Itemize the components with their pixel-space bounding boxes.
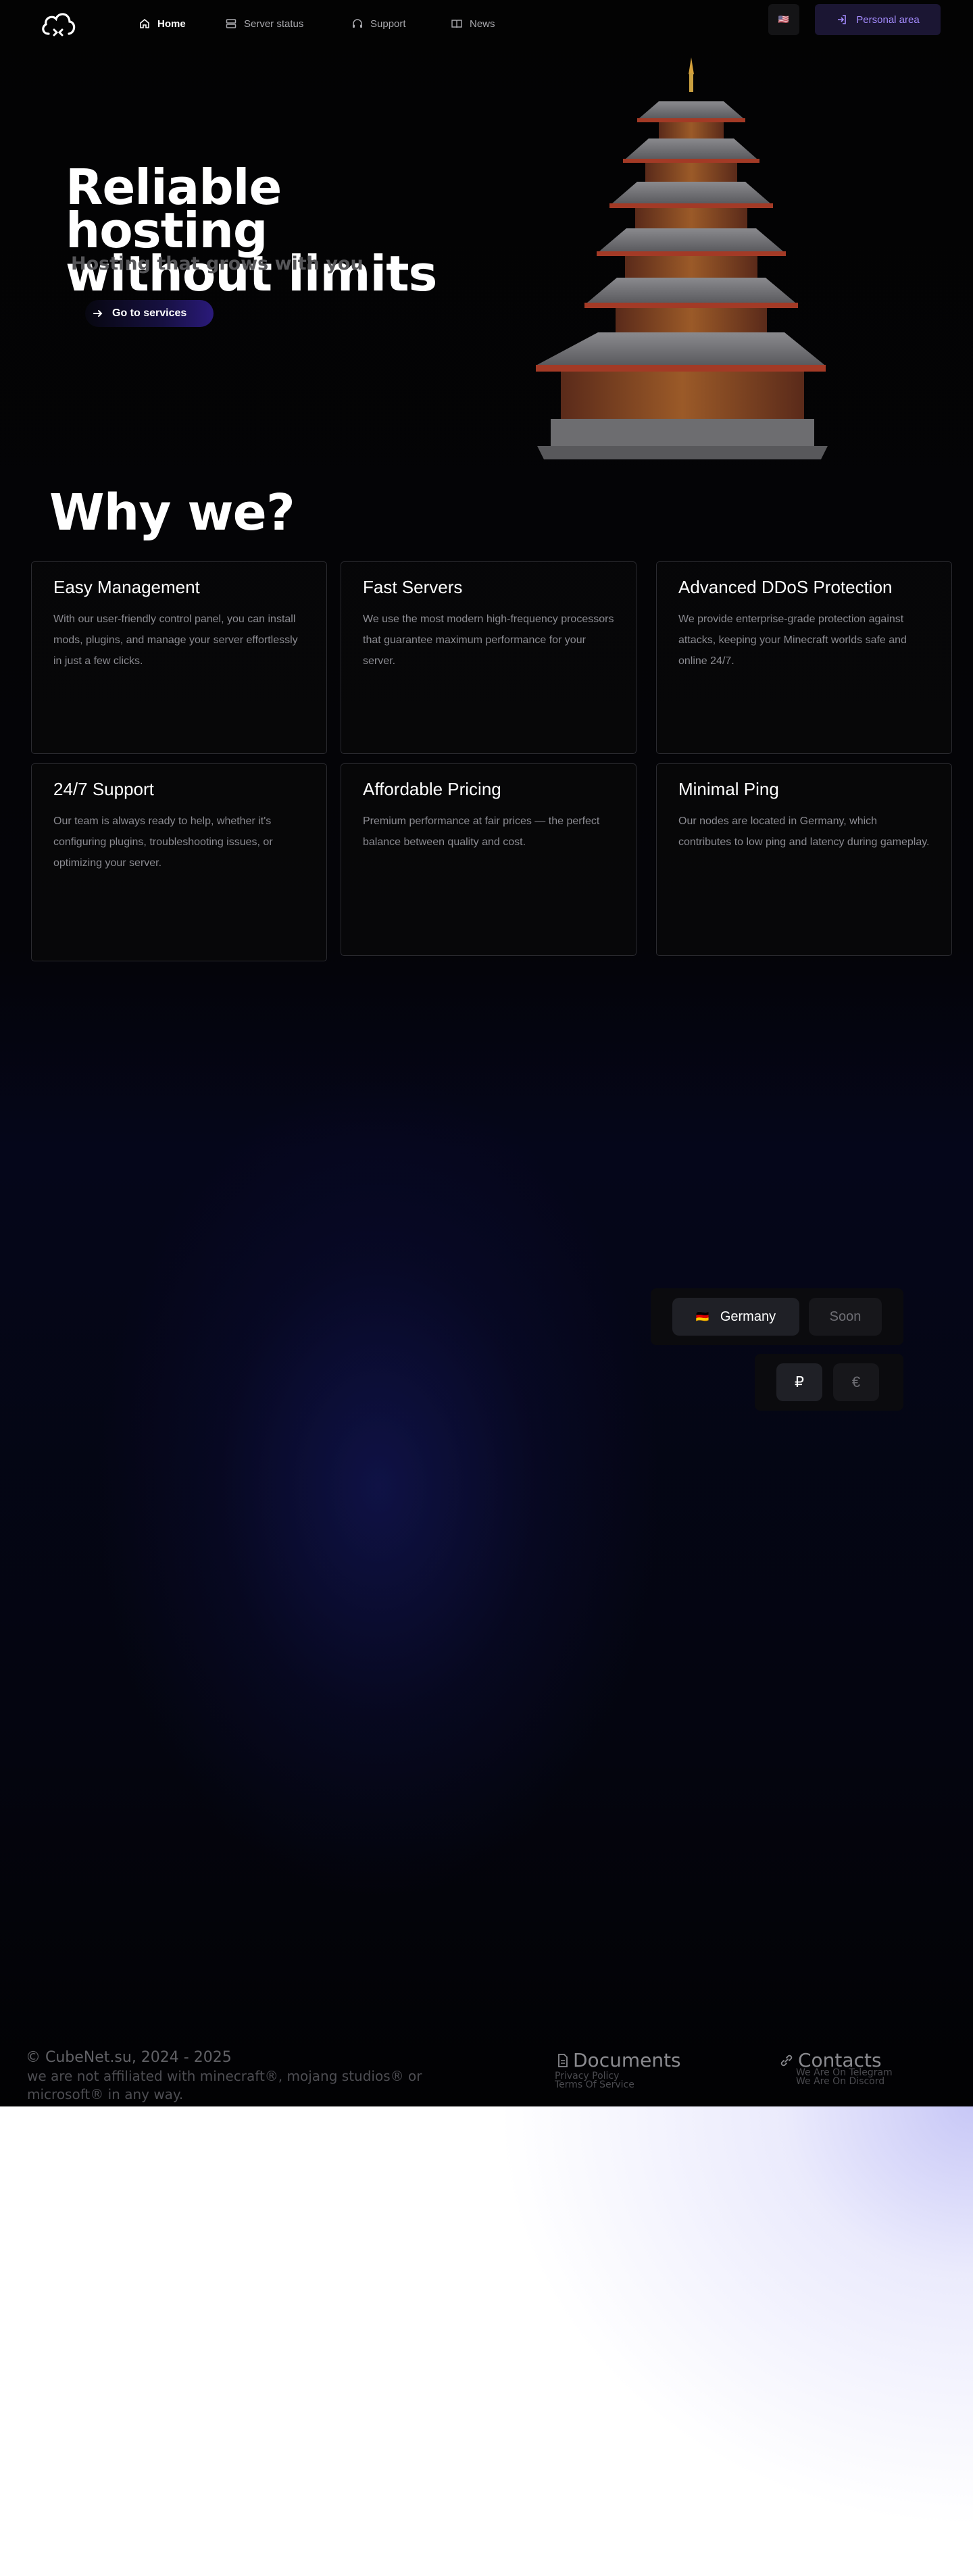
cloud-logo-icon[interactable] xyxy=(39,7,77,41)
currency-rub-button[interactable]: ₽ xyxy=(776,1363,822,1401)
feature-card: Minimal Ping Our nodes are located in Ge… xyxy=(656,763,952,956)
currency-eur-label: € xyxy=(851,1373,861,1390)
dark-page-area: Home Server status Support News 🇺🇸 Perso… xyxy=(0,0,973,2106)
germany-flag-icon: 🇩🇪 xyxy=(695,1311,709,1323)
hero-title-line-1: Reliable hosting xyxy=(66,159,282,259)
location-germany-label: Germany xyxy=(720,1309,776,1324)
why-we-title: Why we? xyxy=(49,484,295,542)
document-icon xyxy=(558,2053,568,2067)
hero-title: Reliable hosting without limits xyxy=(66,163,498,298)
language-switcher[interactable]: 🇺🇸 xyxy=(768,4,799,35)
feature-card-text: Our team is always ready to help, whethe… xyxy=(53,815,273,869)
location-germany-button[interactable]: 🇩🇪 Germany xyxy=(672,1298,799,1336)
feature-card-text: Our nodes are located in Germany, which … xyxy=(678,815,930,848)
light-gradient-area xyxy=(0,2106,973,2576)
book-icon xyxy=(451,20,462,28)
currency-eur-button[interactable]: € xyxy=(833,1363,879,1401)
feature-card-title: Minimal Ping xyxy=(678,779,779,799)
feature-card: Advanced DDoS Protection We provide ente… xyxy=(656,561,952,754)
footer-documents-title: Documents xyxy=(573,2049,681,2071)
headset-icon xyxy=(353,19,362,28)
currency-rub-label: ₽ xyxy=(795,1373,804,1390)
go-to-services-button[interactable]: Go to services xyxy=(85,300,214,327)
feature-card: Affordable Pricing Premium performance a… xyxy=(341,763,637,956)
server-icon xyxy=(226,19,236,28)
link-icon xyxy=(780,2054,793,2066)
nav-server-status[interactable]: Server status xyxy=(225,15,303,32)
nav-home-label: Home xyxy=(157,18,186,30)
location-selector: 🇩🇪 Germany Soon xyxy=(651,1288,903,1345)
feature-card: Easy Management With our user-friendly c… xyxy=(31,561,327,754)
feature-card-text: We provide enterprise-grade protection a… xyxy=(678,613,907,667)
footer-disclaimer: we are not affiliated with minecraft®, m… xyxy=(27,2068,422,2102)
nav-news[interactable]: News xyxy=(451,15,495,32)
nav-home[interactable]: Home xyxy=(139,15,186,32)
feature-card: 24/7 Support Our team is always ready to… xyxy=(31,763,327,961)
arrow-right-icon xyxy=(93,310,103,317)
feature-card-title: 24/7 Support xyxy=(53,779,154,799)
currency-selector: ₽ € xyxy=(755,1354,903,1411)
home-icon xyxy=(140,18,149,28)
feature-card: Fast Servers We use the most modern high… xyxy=(341,561,637,754)
us-flag-icon: 🇺🇸 xyxy=(778,14,790,24)
personal-area-button[interactable]: Personal area xyxy=(815,4,941,35)
footer-copyright: © CubeNet.su, 2024 - 2025 xyxy=(26,2049,232,2066)
location-soon-label: Soon xyxy=(829,1309,862,1324)
location-soon-button[interactable]: Soon xyxy=(809,1298,882,1336)
feature-card-title: Easy Management xyxy=(53,577,200,597)
pagoda-illustration xyxy=(536,57,828,459)
feature-card-text: Premium performance at fair prices — the… xyxy=(363,815,600,848)
footer-link-discord[interactable]: We Are On Discord xyxy=(796,2076,884,2087)
top-navigation: Home Server status Support News 🇺🇸 Perso… xyxy=(0,0,973,47)
footer-link-terms-of-service[interactable]: Terms Of Service xyxy=(555,2079,634,2090)
nav-server-status-label: Server status xyxy=(244,18,304,30)
footer-documents-heading: Documents xyxy=(557,2049,681,2071)
personal-area-label: Personal area xyxy=(856,14,920,26)
go-to-services-label: Go to services xyxy=(112,307,187,319)
nav-support[interactable]: Support xyxy=(351,15,406,32)
feature-card-title: Fast Servers xyxy=(363,577,463,597)
feature-card-text: We use the most modern high-frequency pr… xyxy=(363,613,614,667)
login-icon xyxy=(838,15,847,24)
nav-support-label: Support xyxy=(370,18,406,30)
feature-card-title: Affordable Pricing xyxy=(363,779,501,799)
feature-card-text: With our user-friendly control panel, yo… xyxy=(53,613,298,667)
hero-subtitle: Hosting that grows with you xyxy=(71,253,364,274)
nav-news-label: News xyxy=(470,18,495,30)
feature-card-title: Advanced DDoS Protection xyxy=(678,577,893,597)
